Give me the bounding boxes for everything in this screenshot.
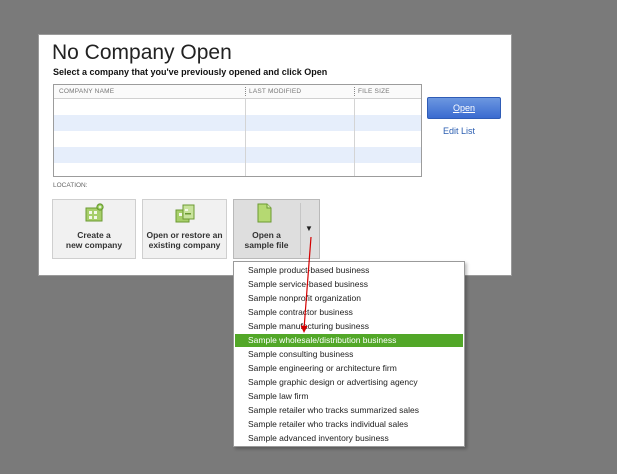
menu-item-sample-contractor[interactable]: Sample contractor business <box>235 306 463 319</box>
column-divider[interactable] <box>245 87 247 96</box>
menu-item-sample-retailer-individual[interactable]: Sample retailer who tracks individual sa… <box>235 418 463 431</box>
table-row[interactable] <box>54 115 421 131</box>
open-restore-company-button[interactable]: Open or restore an existing company <box>142 199 227 259</box>
menu-item-sample-wholesale[interactable]: Sample wholesale/distribution business <box>235 334 463 347</box>
column-header-last-modified[interactable]: LAST MODIFIED <box>249 85 301 98</box>
table-header: COMPANY NAME LAST MODIFIED FILE SIZE <box>54 85 421 99</box>
open-restore-company-label: Open or restore an existing company <box>146 230 223 250</box>
menu-item-sample-manufacturing[interactable]: Sample manufacturing business <box>235 320 463 333</box>
location-label: LOCATION: <box>53 182 88 189</box>
page-title: No Company Open <box>52 41 232 64</box>
edit-list-link[interactable]: Edit List <box>443 126 475 136</box>
no-company-open-dialog: No Company Open Select a company that yo… <box>38 34 512 276</box>
menu-item-sample-nonprofit[interactable]: Sample nonprofit organization <box>235 292 463 305</box>
open-sample-file-button[interactable]: Open a sample file ▼ <box>233 199 320 259</box>
column-gridline <box>245 98 246 176</box>
menu-item-sample-engineering[interactable]: Sample engineering or architecture firm <box>235 362 463 375</box>
menu-item-sample-graphic-design[interactable]: Sample graphic design or advertising age… <box>235 376 463 389</box>
menu-item-sample-law-firm[interactable]: Sample law firm <box>235 390 463 403</box>
menu-item-sample-consulting[interactable]: Sample consulting business <box>235 348 463 361</box>
sample-file-icon <box>257 203 271 223</box>
new-company-icon <box>85 203 104 222</box>
table-row[interactable] <box>54 147 421 163</box>
column-gridline <box>354 98 355 176</box>
menu-item-sample-advanced-inventory[interactable]: Sample advanced inventory business <box>235 432 463 445</box>
open-sample-file-label: Open a sample file <box>244 230 289 250</box>
company-list-table[interactable]: COMPANY NAME LAST MODIFIED FILE SIZE <box>53 84 422 177</box>
split-button-divider <box>300 203 301 255</box>
menu-item-sample-retailer-summarized[interactable]: Sample retailer who tracks summarized sa… <box>235 404 463 417</box>
dialog-subtitle: Select a company that you've previously … <box>53 67 328 77</box>
table-row[interactable] <box>54 131 421 147</box>
column-divider[interactable] <box>354 87 356 96</box>
open-restore-icon <box>175 204 194 223</box>
sample-file-menu: Sample product-based business Sample ser… <box>233 261 465 447</box>
create-new-company-button[interactable]: Create a new company <box>52 199 136 259</box>
table-row[interactable] <box>54 163 421 176</box>
column-header-company-name[interactable]: COMPANY NAME <box>59 85 114 98</box>
menu-item-sample-product[interactable]: Sample product-based business <box>235 264 463 277</box>
chevron-down-icon[interactable]: ▼ <box>305 224 313 233</box>
column-header-file-size[interactable]: FILE SIZE <box>358 85 390 98</box>
create-new-company-label: Create a new company <box>65 230 123 250</box>
table-row[interactable] <box>54 99 421 115</box>
open-button[interactable]: Open <box>427 97 501 119</box>
menu-item-sample-service[interactable]: Sample service-based business <box>235 278 463 291</box>
